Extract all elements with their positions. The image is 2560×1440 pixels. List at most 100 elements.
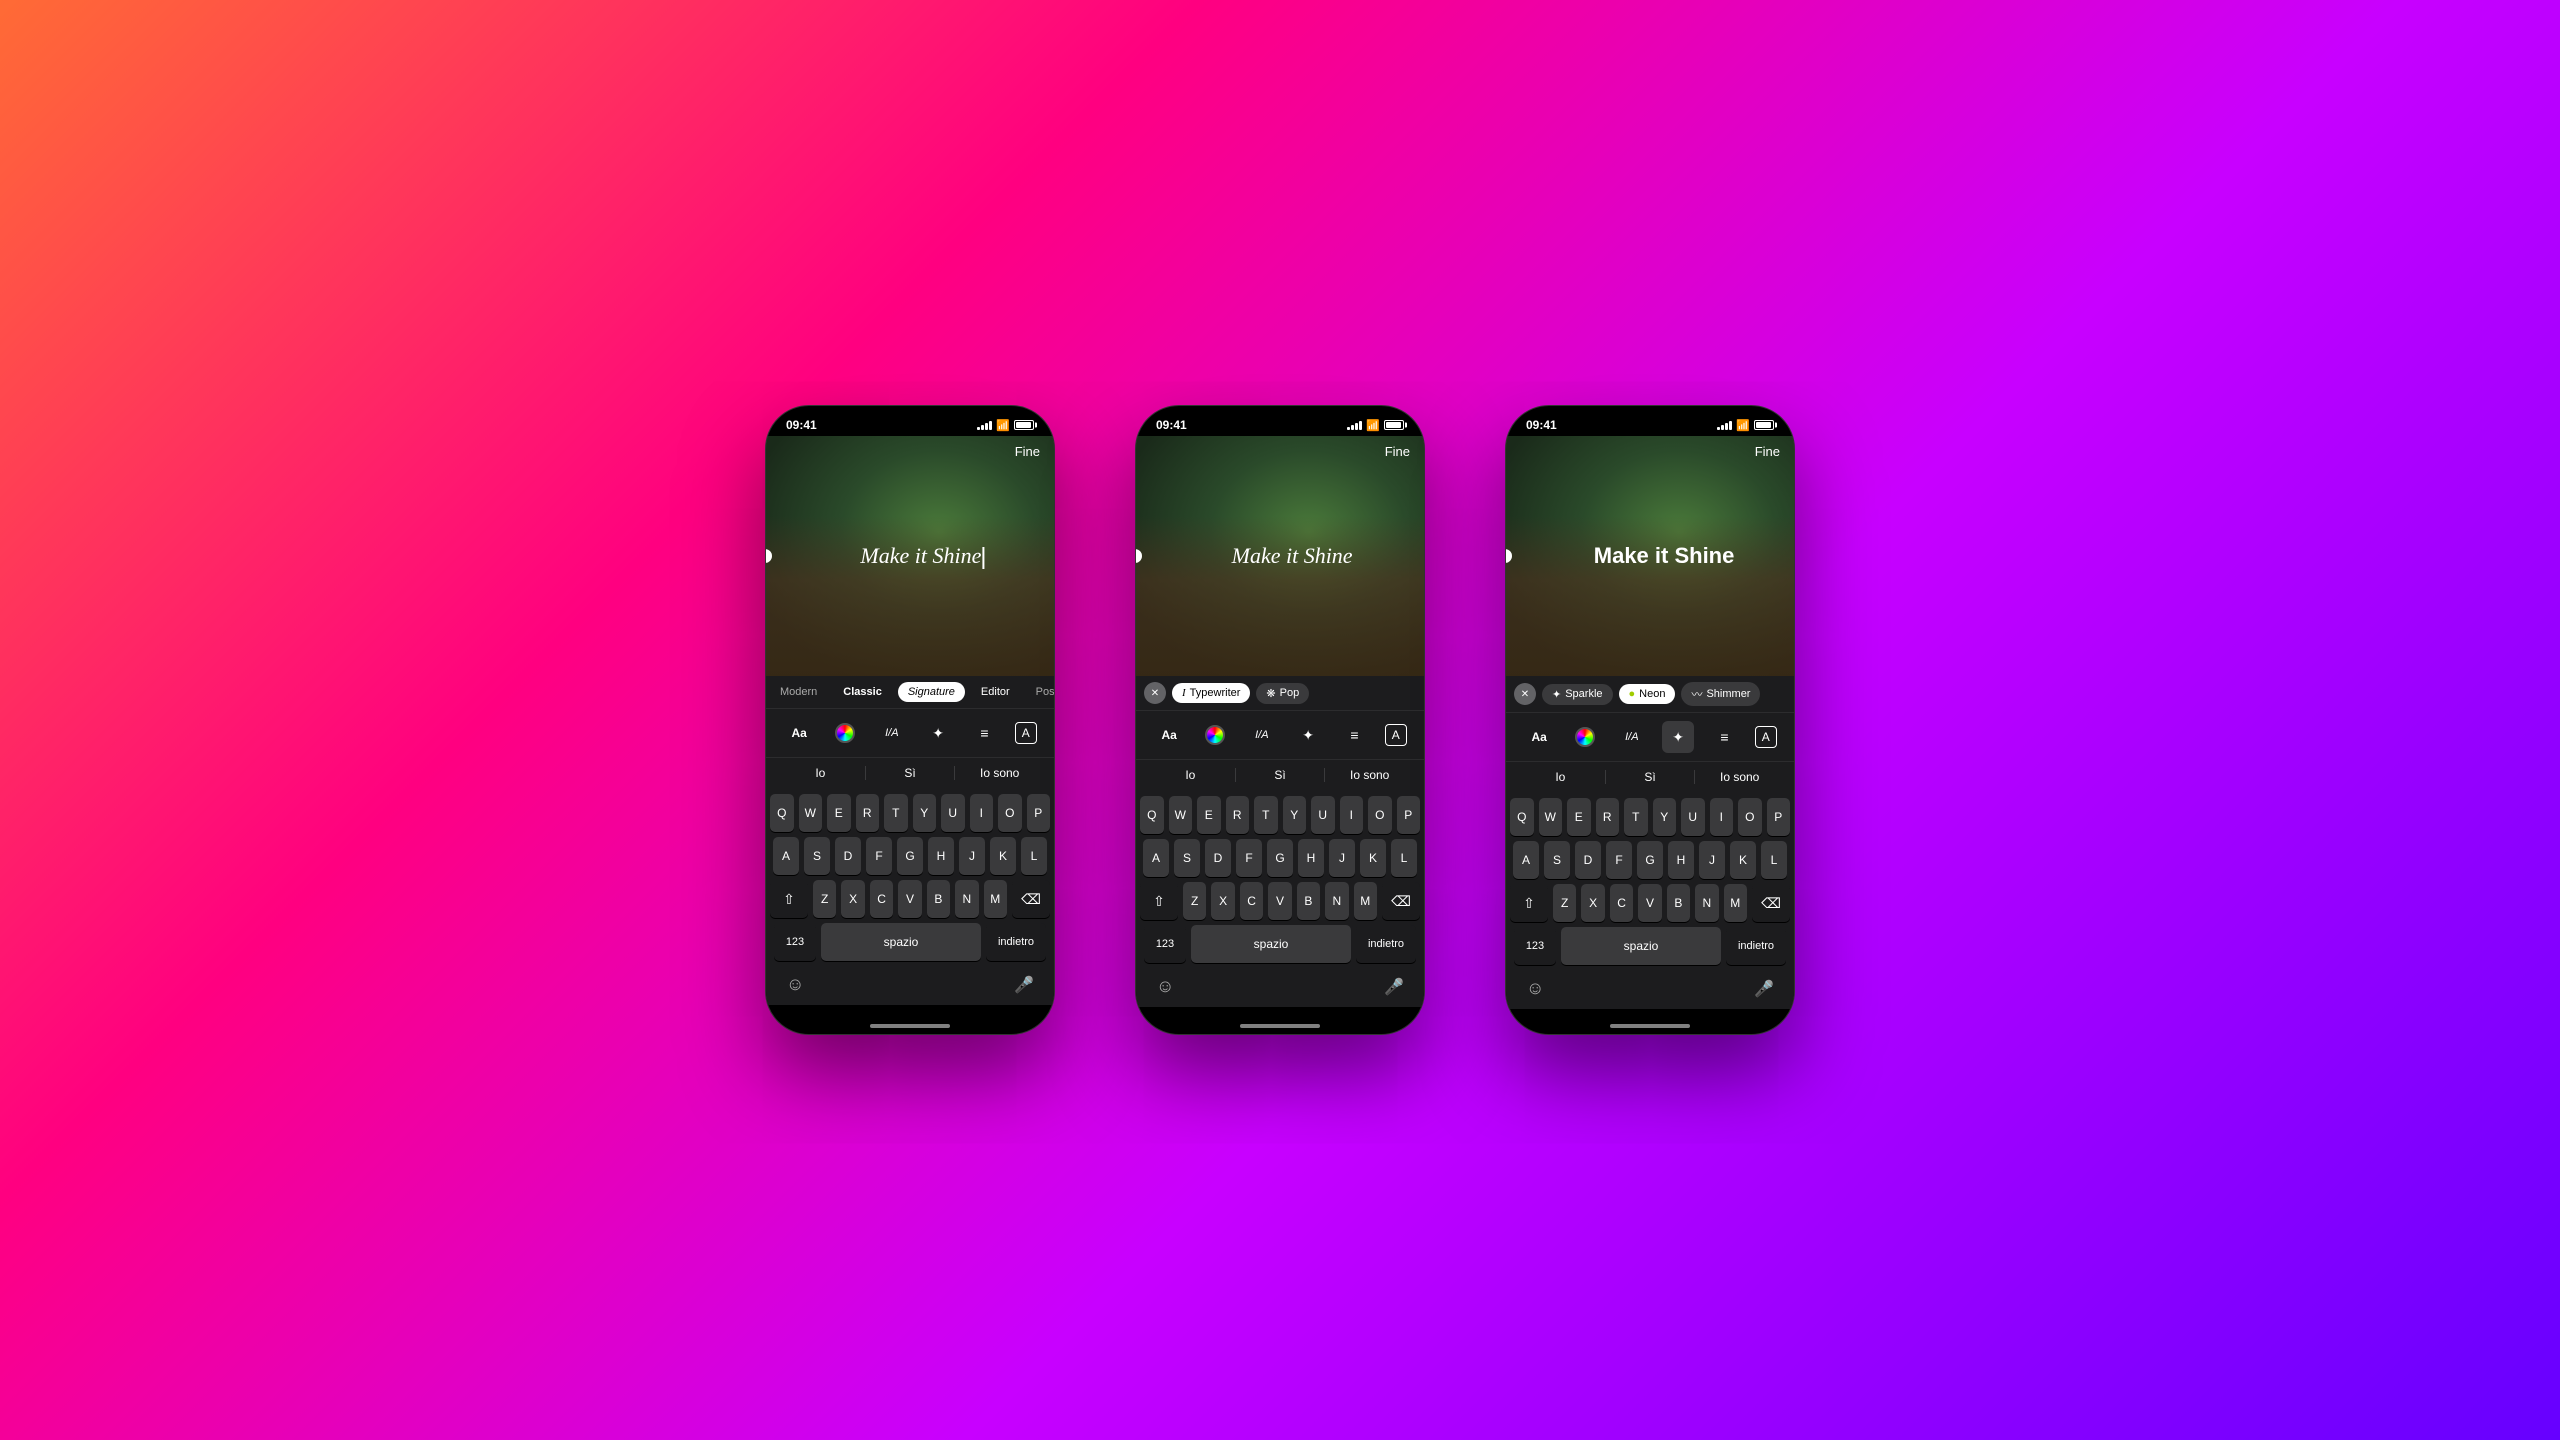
key-b-3[interactable]: B <box>1667 884 1690 922</box>
font-size-btn-2[interactable]: Aa <box>1153 719 1185 751</box>
emoji-btn-3[interactable]: ☺ <box>1526 978 1544 999</box>
key-u-1[interactable]: U <box>941 794 965 832</box>
style-btn-3[interactable]: I/A <box>1616 721 1648 753</box>
font-pill-pos[interactable]: Pos <box>1026 682 1054 702</box>
autocomplete-io-1[interactable]: Io <box>776 766 866 780</box>
key-c-1[interactable]: C <box>870 880 893 918</box>
key-t-3[interactable]: T <box>1624 798 1648 836</box>
key-r-2[interactable]: R <box>1226 796 1250 834</box>
key-w-1[interactable]: W <box>799 794 823 832</box>
key-r-3[interactable]: R <box>1596 798 1620 836</box>
key-n-3[interactable]: N <box>1695 884 1718 922</box>
key-t-1[interactable]: T <box>884 794 908 832</box>
key-shift-2[interactable]: ⇧ <box>1140 882 1178 920</box>
key-z-2[interactable]: Z <box>1183 882 1206 920</box>
autocomplete-si-3[interactable]: Sì <box>1606 770 1696 784</box>
key-z-3[interactable]: Z <box>1553 884 1576 922</box>
key-d-1[interactable]: D <box>835 837 861 875</box>
align-btn-1[interactable]: ≡ <box>968 717 1000 749</box>
key-delete-1[interactable]: ⌫ <box>1012 880 1050 918</box>
mic-btn-3[interactable]: 🎤 <box>1754 979 1774 999</box>
key-a-2[interactable]: A <box>1143 839 1169 877</box>
color-btn-3[interactable] <box>1569 721 1601 753</box>
font-pill-pop-2[interactable]: ❋ Pop <box>1256 683 1309 704</box>
key-p-3[interactable]: P <box>1767 798 1791 836</box>
key-v-1[interactable]: V <box>898 880 921 918</box>
key-k-2[interactable]: K <box>1360 839 1386 877</box>
key-g-2[interactable]: G <box>1267 839 1293 877</box>
key-e-2[interactable]: E <box>1197 796 1221 834</box>
key-u-2[interactable]: U <box>1311 796 1335 834</box>
key-h-2[interactable]: H <box>1298 839 1324 877</box>
key-123-2[interactable]: 123 <box>1144 925 1186 963</box>
key-b-2[interactable]: B <box>1297 882 1320 920</box>
key-o-2[interactable]: O <box>1368 796 1392 834</box>
font-pill-modern[interactable]: Modern <box>770 682 827 702</box>
key-c-2[interactable]: C <box>1240 882 1263 920</box>
key-s-2[interactable]: S <box>1174 839 1200 877</box>
autocomplete-iosono-3[interactable]: Io sono <box>1695 770 1784 784</box>
align-btn-2[interactable]: ≡ <box>1338 719 1370 751</box>
key-return-1[interactable]: indietro <box>986 923 1046 961</box>
key-j-1[interactable]: J <box>959 837 985 875</box>
key-p-1[interactable]: P <box>1027 794 1051 832</box>
key-p-2[interactable]: P <box>1397 796 1421 834</box>
key-g-3[interactable]: G <box>1637 841 1663 879</box>
mic-btn-1[interactable]: 🎤 <box>1014 975 1034 995</box>
key-c-3[interactable]: C <box>1610 884 1633 922</box>
key-h-3[interactable]: H <box>1668 841 1694 879</box>
effects-btn-2[interactable]: ✦ <box>1292 719 1324 751</box>
key-y-3[interactable]: Y <box>1653 798 1677 836</box>
autocomplete-si-2[interactable]: Sì <box>1236 768 1326 782</box>
key-q-1[interactable]: Q <box>770 794 794 832</box>
style-btn-2[interactable]: I/A <box>1246 719 1278 751</box>
key-shift-3[interactable]: ⇧ <box>1510 884 1548 922</box>
key-k-3[interactable]: K <box>1730 841 1756 879</box>
key-s-3[interactable]: S <box>1544 841 1570 879</box>
fine-button-3[interactable]: Fine <box>1755 444 1780 459</box>
key-f-3[interactable]: F <box>1606 841 1632 879</box>
fine-button-1[interactable]: Fine <box>1015 444 1040 459</box>
font-pill-typewriter-2[interactable]: I Typewriter <box>1172 683 1250 703</box>
key-j-3[interactable]: J <box>1699 841 1725 879</box>
key-m-1[interactable]: M <box>984 880 1007 918</box>
font-pill-shimmer-3[interactable]: 〰 Shimmer <box>1681 682 1760 706</box>
key-space-1[interactable]: spazio <box>821 923 981 961</box>
key-d-2[interactable]: D <box>1205 839 1231 877</box>
key-v-3[interactable]: V <box>1638 884 1661 922</box>
style-btn-1[interactable]: I/A <box>876 717 908 749</box>
emoji-btn-2[interactable]: ☺ <box>1156 976 1174 997</box>
key-e-1[interactable]: E <box>827 794 851 832</box>
key-123-3[interactable]: 123 <box>1514 927 1556 965</box>
key-x-3[interactable]: X <box>1581 884 1604 922</box>
autocomplete-io-2[interactable]: Io <box>1146 768 1236 782</box>
key-w-2[interactable]: W <box>1169 796 1193 834</box>
key-v-2[interactable]: V <box>1268 882 1291 920</box>
key-h-1[interactable]: H <box>928 837 954 875</box>
color-btn-2[interactable] <box>1199 719 1231 751</box>
effects-btn-1[interactable]: ✦ <box>922 717 954 749</box>
key-i-3[interactable]: I <box>1710 798 1734 836</box>
key-k-1[interactable]: K <box>990 837 1016 875</box>
font-size-btn-1[interactable]: Aa <box>783 717 815 749</box>
key-e-3[interactable]: E <box>1567 798 1591 836</box>
abox-btn-1[interactable]: A <box>1015 722 1037 744</box>
font-size-btn-3[interactable]: Aa <box>1523 721 1555 753</box>
key-g-1[interactable]: G <box>897 837 923 875</box>
key-delete-3[interactable]: ⌫ <box>1752 884 1790 922</box>
key-shift-1[interactable]: ⇧ <box>770 880 808 918</box>
key-delete-2[interactable]: ⌫ <box>1382 882 1420 920</box>
abox-btn-2[interactable]: A <box>1385 724 1407 746</box>
key-a-1[interactable]: A <box>773 837 799 875</box>
key-t-2[interactable]: T <box>1254 796 1278 834</box>
key-x-1[interactable]: X <box>841 880 864 918</box>
color-btn-1[interactable] <box>829 717 861 749</box>
font-pill-sparkle-3[interactable]: ✦ Sparkle <box>1542 684 1613 705</box>
abox-btn-3[interactable]: A <box>1755 726 1777 748</box>
key-space-3[interactable]: spazio <box>1561 927 1721 965</box>
key-f-2[interactable]: F <box>1236 839 1262 877</box>
key-i-1[interactable]: I <box>970 794 994 832</box>
key-return-2[interactable]: indietro <box>1356 925 1416 963</box>
key-u-3[interactable]: U <box>1681 798 1705 836</box>
key-n-1[interactable]: N <box>955 880 978 918</box>
